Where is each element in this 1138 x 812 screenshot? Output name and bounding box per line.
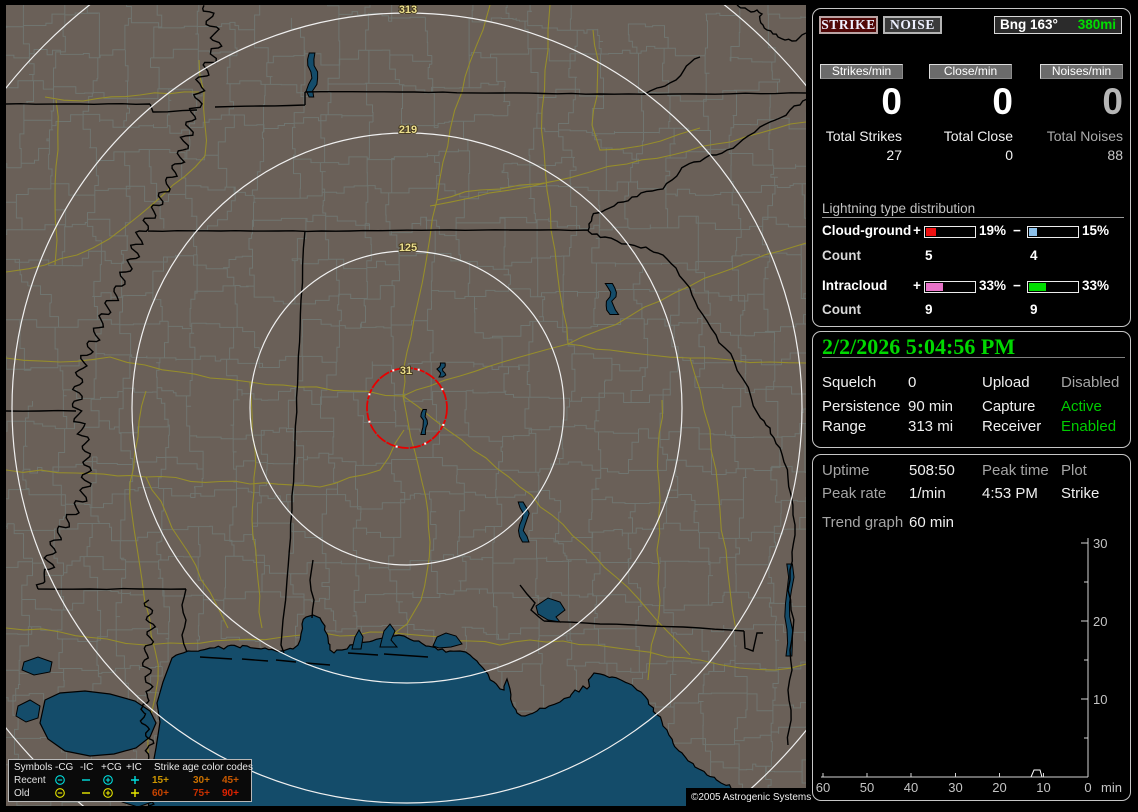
svg-text:20: 20 [992,780,1006,795]
svg-text:10: 10 [1036,780,1050,795]
svg-text:0: 0 [1084,780,1091,795]
svg-text:10: 10 [1093,692,1107,707]
svg-text:30: 30 [948,780,962,795]
svg-text:125: 125 [399,242,417,254]
svg-text:313: 313 [399,4,417,16]
svg-text:50: 50 [860,780,874,795]
svg-text:min: min [1101,780,1122,795]
svg-text:40: 40 [904,780,918,795]
svg-text:20: 20 [1093,614,1107,629]
svg-text:219: 219 [399,124,417,136]
svg-text:31: 31 [400,365,412,377]
svg-text:30: 30 [1093,536,1107,551]
svg-text:60: 60 [816,780,830,795]
